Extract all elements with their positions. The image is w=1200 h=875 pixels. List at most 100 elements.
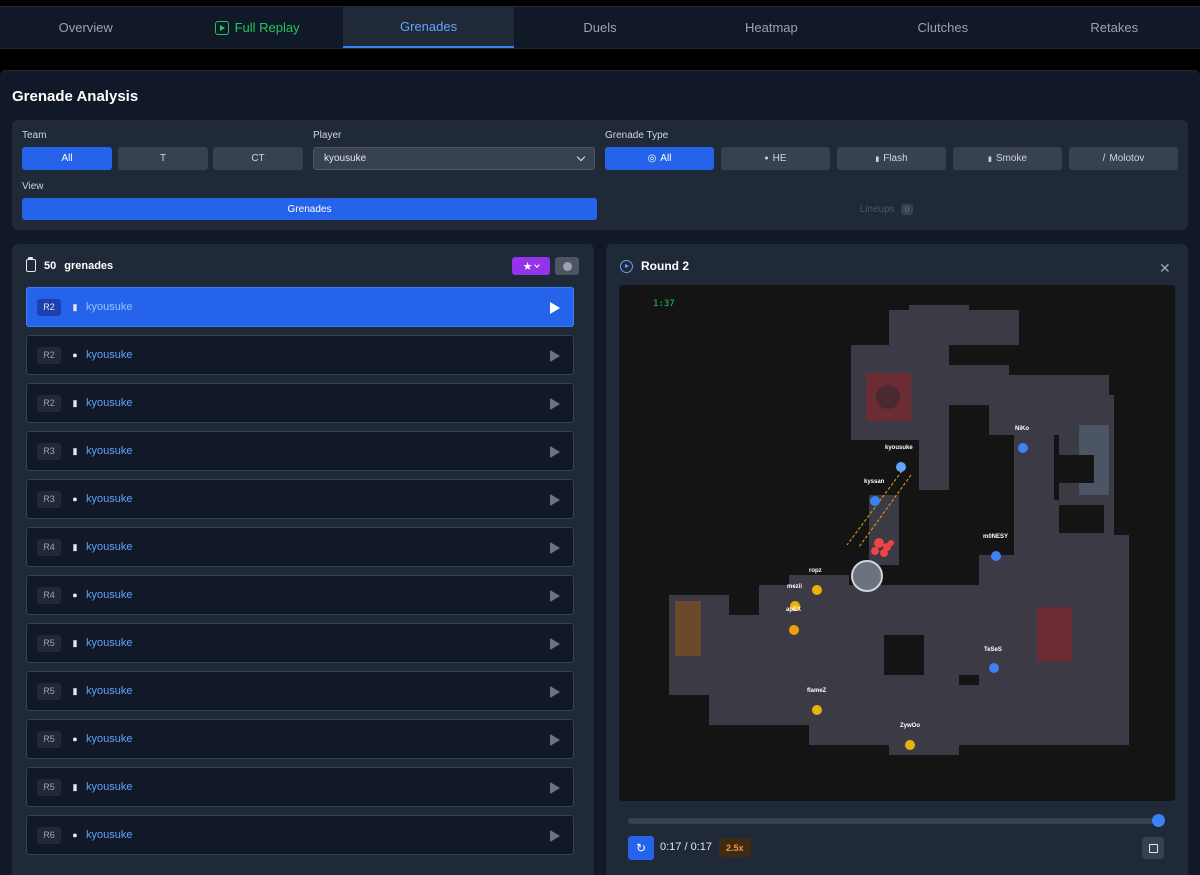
grenade-list-item[interactable]: R5 ● kyousuke [26,719,574,759]
play-icon[interactable] [550,686,560,698]
favorites-filter-button[interactable]: ★ [512,257,550,275]
play-icon[interactable] [550,302,560,314]
round-title: Round 2 [641,259,689,273]
player-m0nesy [991,551,1001,561]
grenade-molotov-label: Molotov [1109,153,1145,164]
round-badge: R2 [37,394,61,412]
grenade-all-label: All [660,153,672,164]
grenade-list-item[interactable]: R2 ▮ kyousuke [26,383,574,423]
player-ropz [812,585,822,595]
playback-speed-button[interactable]: 2.5x [719,838,751,857]
grenade-list-item[interactable]: R5 ▮ kyousuke [26,671,574,711]
tab-heatmap[interactable]: Heatmap [686,7,857,48]
grenade-he-button[interactable]: ● HE [721,147,830,170]
player-kyssan [870,496,880,506]
play-icon[interactable] [550,494,560,506]
round-badge: R5 [37,634,61,652]
grenade-all-button[interactable]: ◎ All [605,147,714,170]
player-label: TeSeS [984,647,1002,653]
player-label: kyousuke [885,445,913,451]
play-icon[interactable] [550,542,560,554]
top-tabs: Overview Full Replay Grenades Duels Heat… [0,6,1200,49]
tab-retakes[interactable]: Retakes [1029,7,1200,48]
tab-overview[interactable]: Overview [0,7,171,48]
grenade-list-item[interactable]: R5 ▮ kyousuke [26,767,574,807]
map-object [876,385,900,409]
grenade-smoke-button[interactable]: ▮ Smoke [953,147,1062,170]
team-t-button[interactable]: T [118,147,208,170]
grenade-list-item[interactable]: R4 ● kyousuke [26,575,574,615]
player-name: kyousuke [86,493,133,505]
player-label: NiKo [1015,426,1029,432]
map-gap [884,635,924,675]
player-niko [1018,443,1028,453]
timeline-progress [628,818,1160,824]
grenade-type-icon: ▮ [72,445,78,456]
player-apex [789,625,799,635]
tab-grenades[interactable]: Grenades [342,7,515,48]
sort-time-button[interactable] [555,257,579,275]
grenade-type-icon: ▮ [72,781,78,792]
tab-label: Overview [58,20,113,35]
tab-label: Grenades [400,19,458,34]
spawn-zone [675,601,701,656]
grenade-list-item[interactable]: R5 ▮ kyousuke [26,623,574,663]
player-select[interactable]: kyousuke [313,147,595,170]
round-badge: R2 [37,346,61,364]
grenade-type-label: Grenade Type [605,130,669,141]
grenade-list-item[interactable]: R3 ● kyousuke [26,479,574,519]
timeline-handle[interactable] [1152,814,1165,827]
filters-panel: Team All T CT Player kyousuke Grenade Ty… [12,120,1188,230]
round-badge: R4 [37,586,61,604]
open-external-button[interactable] [1142,837,1164,859]
tab-label: Duels [583,20,617,35]
round-badge: R4 [37,538,61,556]
star-icon: ★ [522,260,533,273]
round-badge: R6 [37,826,61,844]
play-icon[interactable] [550,398,560,410]
play-icon[interactable] [550,590,560,602]
play-icon[interactable] [550,446,560,458]
grenade-he-label: HE [772,153,787,164]
player-name: kyousuke [86,685,133,697]
round-badge: R2 [37,298,61,316]
close-icon[interactable]: ✕ [1159,260,1171,277]
grenade-list-item[interactable]: R4 ▮ kyousuke [26,527,574,567]
map-svg [669,305,1129,755]
player-flamez [812,705,822,715]
grenade-count-label: grenades [64,259,114,272]
player-name: kyousuke [86,541,133,553]
grenade-list-item[interactable]: R6 ● kyousuke [26,815,574,855]
view-grenades-button[interactable]: Grenades [22,198,597,220]
play-icon[interactable] [550,734,560,746]
view-lineups-button[interactable]: Lineups 0 [599,198,1174,220]
grenade-flash-button[interactable]: ▮ Flash [837,147,946,170]
team-all-button[interactable]: All [22,147,112,170]
map-view[interactable]: 1:37 kyousuke NiKo kyssan m0NESY ropz me… [619,285,1175,801]
grenade-list-item[interactable]: R2 ● kyousuke [26,335,574,375]
player-label: ZywOo [900,723,921,729]
tab-duels[interactable]: Duels [514,7,685,48]
map-timer: 1:37 [653,299,675,309]
timeline-slider[interactable] [628,818,1160,824]
play-icon[interactable] [550,638,560,650]
restart-icon[interactable]: ↻ [628,836,654,860]
he-grenade-icon: ● [764,155,769,162]
player-label: apEX [786,607,802,613]
play-icon[interactable] [550,830,560,842]
tab-full-replay[interactable]: Full Replay [171,7,342,48]
play-icon[interactable] [550,350,560,362]
grenade-list-item[interactable]: R2 ▮ kyousuke [26,287,574,327]
player-teses [989,663,999,673]
team-ct-button[interactable]: CT [213,147,303,170]
page-title: Grenade Analysis [12,88,139,105]
playback-time: 0:17 / 0:17 [660,841,712,853]
play-icon[interactable] [550,782,560,794]
grenade-type-icon: ▮ [72,637,78,648]
tab-label: Full Replay [234,20,300,35]
grenade-smoke-label: Smoke [995,153,1027,164]
tab-clutches[interactable]: Clutches [857,7,1028,48]
clock-icon [562,261,572,271]
grenade-molotov-button[interactable]: / Molotov [1069,147,1178,170]
grenade-list-item[interactable]: R3 ▮ kyousuke [26,431,574,471]
